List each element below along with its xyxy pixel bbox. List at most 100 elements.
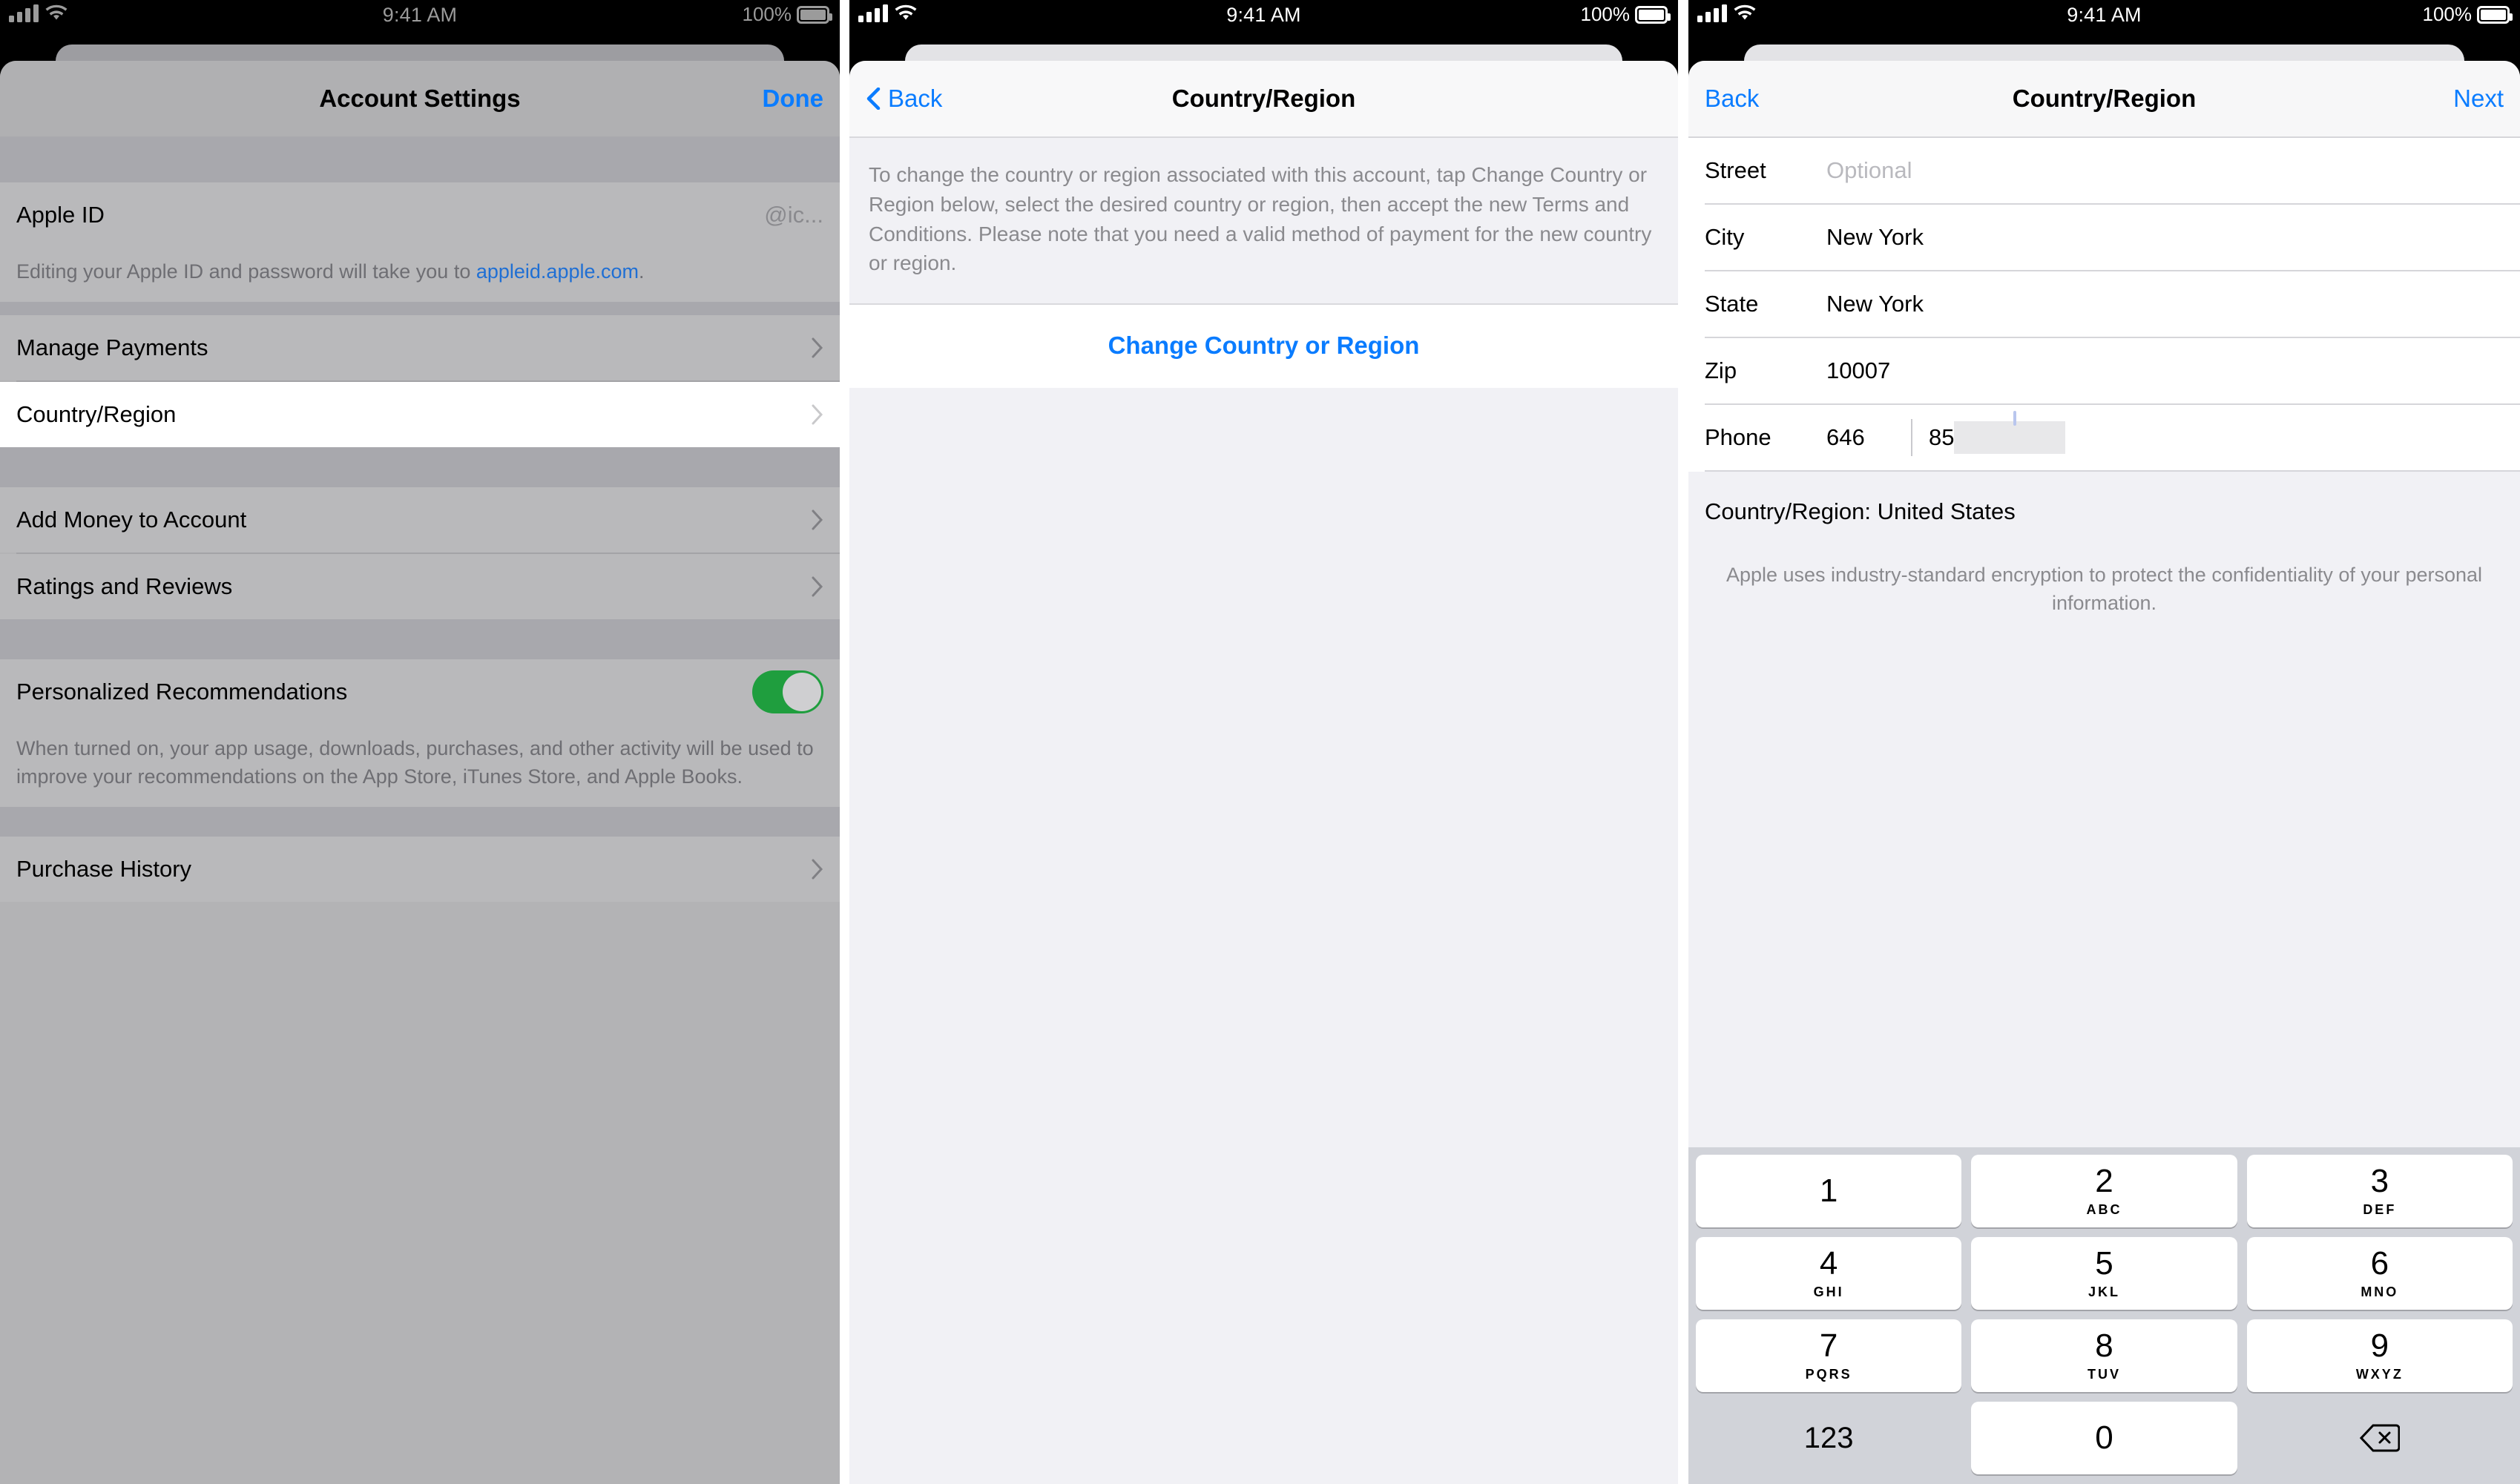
field-row-city[interactable]: City New York bbox=[1688, 205, 2520, 270]
row-apple-id[interactable]: Apple ID @ic... bbox=[0, 182, 840, 248]
page-title: Country/Region bbox=[1171, 85, 1356, 112]
battery-percent: 100% bbox=[742, 3, 792, 25]
key-9[interactable]: 9 WXYZ bbox=[2246, 1319, 2513, 1392]
key-0[interactable]: 0 bbox=[1971, 1402, 2237, 1474]
row-country-region[interactable]: Country/Region bbox=[0, 382, 840, 448]
appleid-apple-com-link[interactable]: appleid.apple.com bbox=[476, 260, 639, 283]
key-5[interactable]: 5 JKL bbox=[1971, 1237, 2237, 1310]
chevron-right-icon bbox=[812, 509, 823, 530]
key-letters: DEF bbox=[2363, 1201, 2397, 1217]
status-bar-right: 100% bbox=[742, 3, 832, 26]
street-input[interactable]: Optional bbox=[1826, 157, 1912, 184]
row-label: Country/Region bbox=[16, 401, 177, 428]
key-digit: 9 bbox=[2370, 1327, 2389, 1364]
key-letters: JKL bbox=[2088, 1284, 2120, 1299]
keypad-row-3: 7 PQRS 8 TUV 9 WXYZ bbox=[1696, 1319, 2513, 1392]
key-digit: 0 bbox=[2095, 1419, 2113, 1456]
key-4[interactable]: 4 GHI bbox=[1696, 1237, 1962, 1310]
chevron-right-icon bbox=[812, 337, 823, 358]
chevron-right-icon bbox=[812, 576, 823, 597]
row-manage-payments[interactable]: Manage Payments bbox=[0, 315, 840, 381]
nav-bar: Back Country/Region bbox=[849, 61, 1678, 136]
key-digit: 1 bbox=[1819, 1173, 1838, 1209]
battery-full-icon bbox=[797, 5, 832, 24]
screenshot-stage: 9:41 AM 100% Account Settings Done Apple… bbox=[0, 0, 2520, 1484]
key-8[interactable]: 8 TUV bbox=[1971, 1319, 2237, 1392]
nav-bar: Account Settings Done bbox=[0, 61, 840, 136]
field-row-street[interactable]: Street Optional bbox=[1688, 138, 2520, 203]
key-delete[interactable] bbox=[2247, 1402, 2513, 1474]
battery-percent: 100% bbox=[1580, 3, 1631, 25]
panel-country-region-info: 9:41 AM 100% Back Country/Region To chan… bbox=[849, 0, 1678, 1484]
chevron-right-icon bbox=[812, 859, 823, 880]
key-7[interactable]: 7 PQRS bbox=[1696, 1319, 1962, 1392]
row-purchase-history[interactable]: Purchase History bbox=[0, 836, 840, 902]
city-input[interactable]: New York bbox=[1826, 224, 1924, 251]
key-letters: WXYZ bbox=[2355, 1366, 2404, 1382]
key-3[interactable]: 3 DEF bbox=[2246, 1155, 2513, 1227]
battery-full-icon bbox=[1635, 5, 1671, 24]
group-spacer bbox=[0, 136, 840, 182]
status-bar: 9:41 AM 100% bbox=[1688, 0, 2520, 34]
field-row-zip[interactable]: Zip 10007 bbox=[1688, 338, 2520, 403]
toggle-knob bbox=[783, 673, 821, 712]
row-label: Add Money to Account bbox=[16, 507, 247, 533]
row-add-money[interactable]: Add Money to Account bbox=[0, 487, 840, 553]
key-switch-label: 123 bbox=[1803, 1421, 1854, 1454]
change-country-or-region-button[interactable]: Change Country or Region bbox=[849, 305, 1678, 388]
footnote-text-pre: Editing your Apple ID and password will … bbox=[16, 260, 476, 283]
group-spacer bbox=[0, 302, 840, 316]
group-spacer bbox=[0, 619, 840, 660]
key-2[interactable]: 2 ABC bbox=[1971, 1155, 2237, 1227]
phone-area-code-input[interactable]: 646 bbox=[1826, 424, 1895, 451]
status-bar-time: 9:41 AM bbox=[1226, 4, 1301, 26]
key-letters: MNO bbox=[2361, 1284, 2399, 1299]
row-personalized-recommendations[interactable]: Personalized Recommendations bbox=[0, 659, 840, 725]
chevron-right-icon bbox=[812, 404, 823, 425]
row-label: Manage Payments bbox=[16, 334, 208, 361]
country-region-note: To change the country or region associat… bbox=[849, 138, 1678, 303]
row-ratings-reviews[interactable]: Ratings and Reviews bbox=[0, 554, 840, 620]
group-spacer bbox=[0, 447, 840, 488]
region-summary: Country/Region: United States bbox=[1688, 472, 2520, 525]
status-bar-right: 100% bbox=[2422, 3, 2513, 26]
country-region-sheet: Back Country/Region To change the countr… bbox=[849, 61, 1678, 1484]
status-bar-right: 100% bbox=[1580, 3, 1671, 26]
field-label-zip: Zip bbox=[1705, 357, 1737, 383]
zip-input[interactable]: 10007 bbox=[1826, 357, 1890, 384]
phone-number-input[interactable]: 85 bbox=[1929, 424, 1954, 451]
key-6[interactable]: 6 MNO bbox=[2246, 1237, 2513, 1310]
row-label: Ratings and Reviews bbox=[16, 573, 233, 600]
field-row-phone[interactable]: Phone 646 85 bbox=[1688, 405, 2520, 470]
text-caret bbox=[2013, 411, 2017, 426]
status-bar: 9:41 AM 100% bbox=[849, 0, 1678, 34]
row-label: Purchase History bbox=[16, 855, 192, 882]
page-title: Account Settings bbox=[319, 85, 521, 112]
field-row-state[interactable]: State New York bbox=[1688, 271, 2520, 337]
status-bar-time: 9:41 AM bbox=[2067, 4, 2142, 26]
panel-account-settings: 9:41 AM 100% Account Settings Done Apple… bbox=[0, 0, 840, 1484]
key-1[interactable]: 1 bbox=[1696, 1155, 1962, 1227]
group-spacer bbox=[0, 806, 840, 837]
phone-input-group[interactable]: 646 85 bbox=[1826, 411, 2066, 456]
key-digit: 4 bbox=[1819, 1244, 1838, 1282]
key-letters: ABC bbox=[2086, 1201, 2122, 1217]
numeric-keypad: 1 2 ABC 3 DEF 4 GHI 5 JKL 6 MNO 7 PQRS 8 TUV 9 W… bbox=[1688, 1147, 2520, 1484]
battery-percent: 100% bbox=[2422, 3, 2473, 25]
panel-gap-1 bbox=[840, 0, 849, 1484]
empty-area bbox=[849, 388, 1678, 1484]
done-button[interactable]: Done bbox=[763, 85, 824, 113]
panel-gap-2 bbox=[1678, 0, 1688, 1484]
next-button[interactable]: Next bbox=[2453, 85, 2504, 113]
key-switch-123[interactable]: 123 bbox=[1696, 1402, 1961, 1474]
apple-id-footnote: Editing your Apple ID and password will … bbox=[0, 248, 840, 303]
field-label-street: Street bbox=[1705, 157, 1766, 183]
status-bar-time: 9:41 AM bbox=[382, 4, 458, 26]
personalized-recommendations-toggle[interactable] bbox=[752, 670, 823, 714]
recommendations-footnote: When turned on, your app usage, download… bbox=[0, 725, 840, 807]
field-label-city: City bbox=[1705, 224, 1745, 250]
key-digit: 7 bbox=[1819, 1327, 1838, 1364]
phone-divider bbox=[1911, 419, 1912, 456]
state-input[interactable]: New York bbox=[1826, 291, 1924, 317]
field-label-phone: Phone bbox=[1705, 424, 1771, 450]
